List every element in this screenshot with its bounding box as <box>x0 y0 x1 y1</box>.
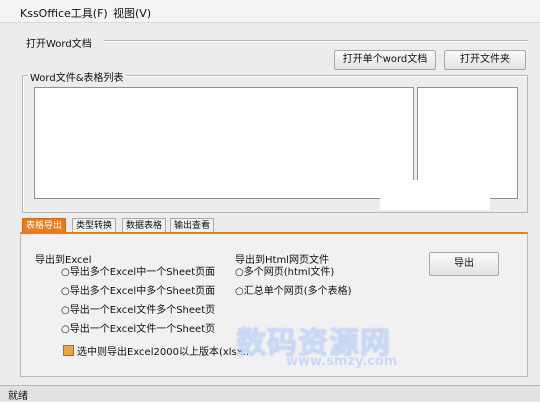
tab-data-table[interactable]: 数据表格 <box>122 218 167 233</box>
watermark-url: www.smzy.com <box>286 354 397 369</box>
tab-output-view[interactable]: 输出查看 <box>170 218 215 233</box>
word-file-list[interactable] <box>34 87 414 199</box>
open-single-word-button[interactable]: 打开单个word文档 <box>334 50 436 70</box>
excel2000-checkbox-row[interactable]: 选中则导出Excel2000以上版本(xlsx... <box>63 345 252 359</box>
radio-summary-html[interactable]: ○汇总单个网页(多个表格) <box>235 285 352 299</box>
white-blot <box>380 180 490 210</box>
radio-multi-excel-one-sheet[interactable]: ○导出多个Excel中一个Sheet页面 <box>61 266 215 280</box>
tab-type-convert[interactable]: 类型转换 <box>72 218 117 233</box>
file-table-list-title: Word文件&表格列表 <box>28 69 126 84</box>
watermark-url-text: www.smzy.com <box>286 354 398 369</box>
radio-multi-html[interactable]: ○多个网页(html文件) <box>235 266 334 280</box>
export-button[interactable]: 导出 <box>429 252 499 276</box>
menu-kssoffice-tools[interactable]: KssOffice工具(F) <box>20 5 108 21</box>
excel2000-checkbox[interactable] <box>63 345 74 356</box>
menu-view[interactable]: 视图(V) <box>113 5 151 21</box>
menu-bar: KssOffice工具(F) 视图(V) <box>0 0 540 23</box>
open-word-divider <box>104 40 528 42</box>
open-folder-button[interactable]: 打开文件夹 <box>444 50 526 70</box>
export-html-title: 导出到Html网页文件 <box>235 255 329 266</box>
status-bar: 就绪 <box>0 385 540 402</box>
tab-table-export[interactable]: 表格导出 <box>22 218 67 233</box>
radio-one-excel-one-sheet[interactable]: ○导出一个Excel文件一个Sheet页 <box>61 323 215 337</box>
open-word-title: 打开Word文档 <box>24 35 94 50</box>
radio-multi-excel-multi-sheet[interactable]: ○导出多个Excel中多个Sheet页面 <box>61 285 215 299</box>
export-excel-title: 导出到Excel <box>35 255 92 266</box>
excel2000-checkbox-label: 选中则导出Excel2000以上版本(xlsx... <box>77 347 253 358</box>
radio-one-excel-multi-sheet[interactable]: ○导出一个Excel文件多个Sheet页 <box>61 304 215 318</box>
